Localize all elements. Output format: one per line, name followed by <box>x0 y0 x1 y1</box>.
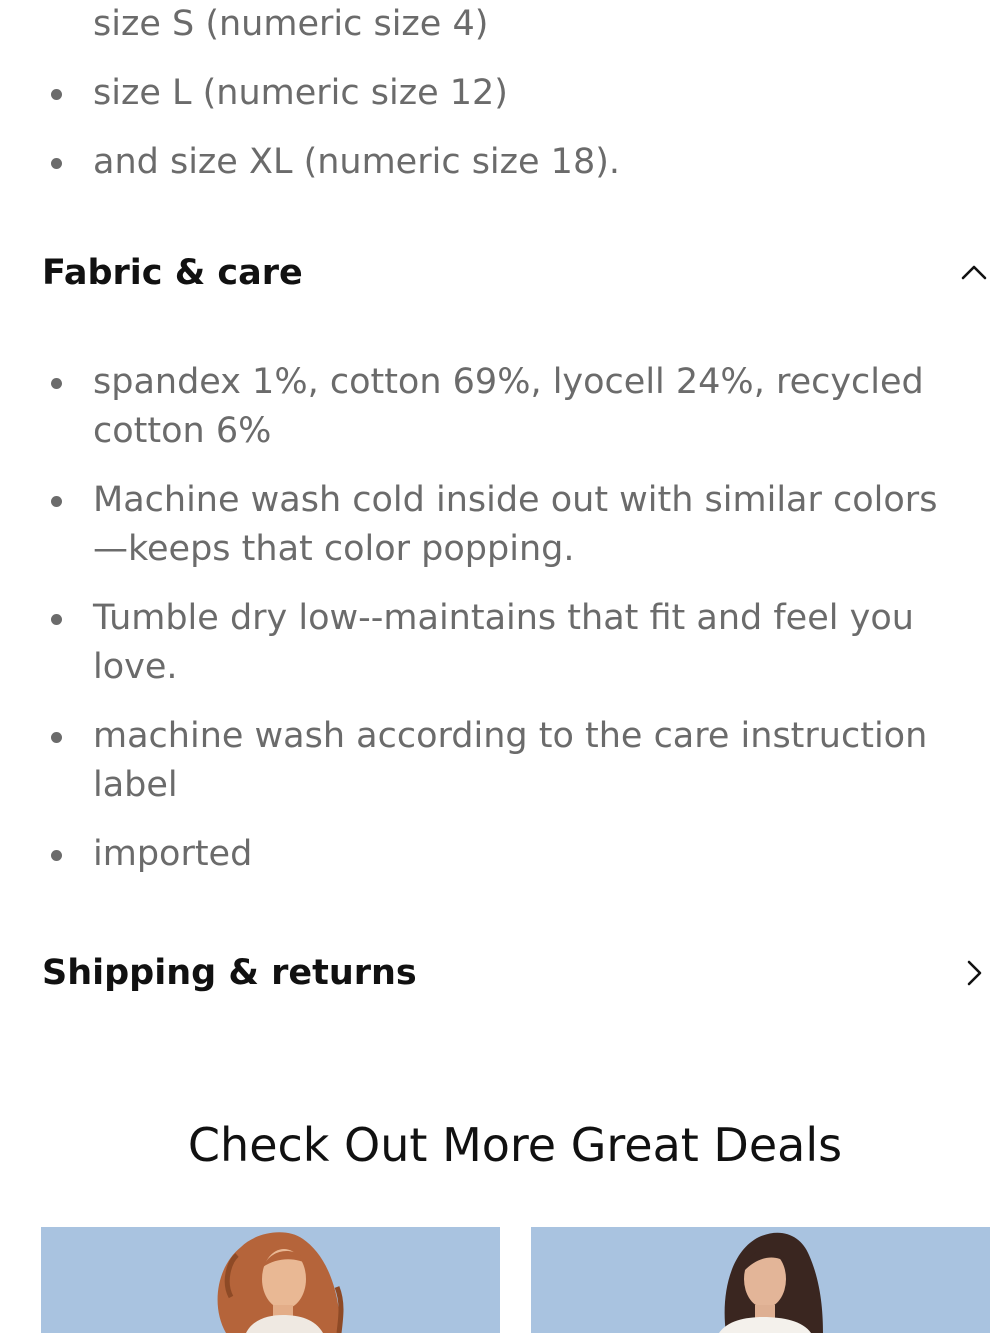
list-item-text: size L (numeric size 12) <box>93 73 508 113</box>
chevron-right-icon <box>967 960 982 986</box>
shipping-returns-title: Shipping & returns <box>42 953 417 993</box>
list-item-text: machine wash according to the care instr… <box>93 716 928 805</box>
bullet-dot <box>51 378 62 389</box>
list-item: imported <box>0 830 1000 879</box>
list-item-text: spandex 1%, cotton 69%, lyocell 24%, rec… <box>93 362 924 451</box>
list-item: size L (numeric size 12) <box>0 69 1000 118</box>
shipping-returns-accordion-header[interactable]: Shipping & returns <box>0 943 1000 1003</box>
size-list-continuation: size S (numeric size 4) <box>93 4 489 44</box>
deals-section-title: Check Out More Great Deals <box>187 1118 843 1172</box>
bullet-dot <box>51 158 62 169</box>
list-item-text: imported <box>93 834 253 874</box>
model-curly-hair-photo <box>41 1227 500 1333</box>
chevron-up-icon <box>961 265 987 280</box>
list-item-text: Tumble dry low--maintains that fit and f… <box>93 598 914 687</box>
list-item-text: Machine wash cold inside out with simila… <box>93 480 938 569</box>
list-item: Machine wash cold inside out with simila… <box>0 476 1000 574</box>
list-item-text: and size XL (numeric size 18). <box>93 142 620 182</box>
size-bullets: size L (numeric size 12) and size XL (nu… <box>0 69 1000 207</box>
list-item: and size XL (numeric size 18). <box>0 138 1000 187</box>
deal-product-card[interactable] <box>531 1227 990 1333</box>
bullet-dot <box>51 89 62 100</box>
list-item: Tumble dry low--maintains that fit and f… <box>0 594 1000 692</box>
fabric-care-accordion-header[interactable]: Fabric & care <box>0 243 1000 303</box>
bullet-dot <box>51 614 62 625</box>
fabric-care-title: Fabric & care <box>42 253 303 293</box>
list-item: machine wash according to the care instr… <box>0 712 1000 810</box>
deal-product-card[interactable] <box>41 1227 500 1333</box>
bullet-dot <box>51 850 62 861</box>
fabric-care-list: spandex 1%, cotton 69%, lyocell 24%, rec… <box>0 358 1000 899</box>
bullet-dot <box>51 496 62 507</box>
product-details-page: size S (numeric size 4) size L (numeric … <box>0 0 1000 1333</box>
bullet-dot <box>51 732 62 743</box>
model-dark-hair-photo <box>531 1227 990 1333</box>
list-item: spandex 1%, cotton 69%, lyocell 24%, rec… <box>0 358 1000 456</box>
